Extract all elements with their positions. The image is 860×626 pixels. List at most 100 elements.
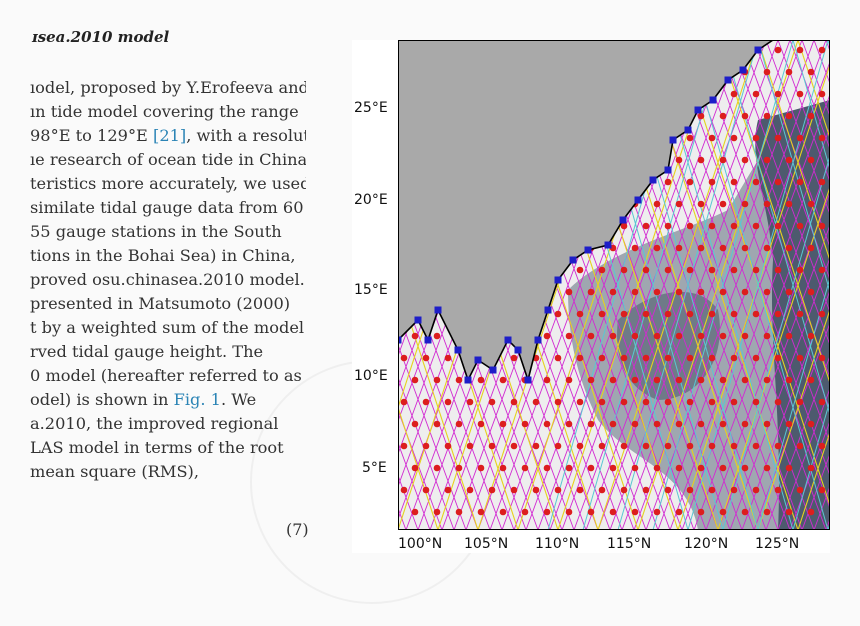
grid-point-marker <box>576 310 584 318</box>
grid-point-marker <box>719 420 727 428</box>
grid-point-marker <box>697 156 705 164</box>
grid-point-marker <box>752 442 760 450</box>
tide-gauge-marker <box>649 176 657 184</box>
figure-1: 25°E 20°E 15°E 10°E 5°E 100°N 105°N 110°… <box>352 40 830 553</box>
grid-point-marker <box>796 354 804 362</box>
grid-point-marker <box>708 134 716 142</box>
grid-point-marker <box>807 376 815 384</box>
grid-point-marker <box>686 398 694 406</box>
grid-point-marker <box>708 398 716 406</box>
grid-point-marker <box>444 486 452 494</box>
grid-point-marker <box>609 288 617 296</box>
tide-gauge-marker <box>544 306 552 314</box>
grid-point-marker <box>796 266 804 274</box>
tide-gauge-marker <box>569 256 577 264</box>
grid-point-marker <box>719 464 727 472</box>
grid-point-marker <box>653 288 661 296</box>
grid-point-marker <box>642 442 650 450</box>
paragraph-line: proved osu.chinasea.2010 model. <box>30 270 305 289</box>
grid-point-marker <box>719 112 727 120</box>
grid-point-marker <box>741 420 749 428</box>
grid-point-marker <box>631 288 639 296</box>
grid-point-marker <box>774 442 782 450</box>
grid-point-marker <box>730 354 738 362</box>
grid-point-marker <box>620 266 628 274</box>
grid-point-marker <box>785 200 793 208</box>
grid-point-marker <box>587 376 595 384</box>
grid-point-marker <box>400 486 408 494</box>
grid-point-marker <box>796 442 804 450</box>
grid-point-marker <box>741 200 749 208</box>
grid-point-marker <box>774 222 782 230</box>
grid-point-marker <box>642 354 650 362</box>
reference-link[interactable]: Fig. 1 <box>174 390 221 409</box>
grid-point-marker <box>708 354 716 362</box>
tide-gauge-marker <box>619 216 627 224</box>
grid-point-marker <box>774 486 782 494</box>
grid-point-marker <box>576 486 584 494</box>
grid-point-marker <box>631 376 639 384</box>
grid-point-marker <box>675 200 683 208</box>
grid-point-marker <box>697 508 705 516</box>
grid-point-marker <box>664 442 672 450</box>
grid-point-marker <box>565 420 573 428</box>
grid-point-marker <box>785 156 793 164</box>
tide-gauge-marker <box>464 376 472 384</box>
grid-point-marker <box>631 420 639 428</box>
grid-point-marker <box>532 486 540 494</box>
grid-point-marker <box>576 266 584 274</box>
grid-point-marker <box>587 332 595 340</box>
grid-point-marker <box>642 486 650 494</box>
grid-point-marker <box>807 420 815 428</box>
tide-gauge-marker <box>709 96 717 104</box>
grid-point-marker <box>807 156 815 164</box>
x-tick-label: 120°N <box>684 536 729 552</box>
grid-point-marker <box>587 508 595 516</box>
grid-point-marker <box>807 508 815 516</box>
grid-point-marker <box>554 398 562 406</box>
grid-point-marker <box>785 420 793 428</box>
grid-point-marker <box>521 508 529 516</box>
grid-point-marker <box>686 266 694 274</box>
grid-point-marker <box>752 486 760 494</box>
tide-gauge-marker <box>754 46 762 54</box>
paragraph-line: 55 gauge stations in the South <box>30 222 282 241</box>
grid-point-marker <box>741 376 749 384</box>
grid-point-marker <box>741 244 749 252</box>
reference-link[interactable]: [21] <box>153 126 186 145</box>
grid-point-marker <box>807 288 815 296</box>
grid-point-marker <box>752 310 760 318</box>
grid-point-marker <box>433 464 441 472</box>
grid-point-marker <box>763 420 771 428</box>
paragraph-line: ıodel, proposed by Y.Erofeeva and <box>30 78 306 97</box>
grid-point-marker <box>818 178 826 186</box>
x-tick-label: 110°N <box>535 536 580 552</box>
paragraph-line: similate tidal gauge data from 60 <box>30 198 304 217</box>
y-tick-label: 20°E <box>354 192 388 208</box>
grid-point-marker <box>752 354 760 362</box>
grid-point-marker <box>422 398 430 406</box>
tide-gauge-marker <box>604 241 612 249</box>
grid-point-marker <box>818 398 826 406</box>
grid-point-marker <box>785 464 793 472</box>
section-heading: ɪsea.2010 model <box>32 28 170 46</box>
grid-point-marker <box>565 288 573 296</box>
grid-point-marker <box>631 332 639 340</box>
grid-point-marker <box>741 112 749 120</box>
paragraph-line: rved tidal gauge height. The <box>30 342 264 361</box>
tide-gauge-marker <box>454 346 462 354</box>
grid-point-marker <box>818 442 826 450</box>
grid-point-marker <box>576 442 584 450</box>
grid-point-marker <box>697 288 705 296</box>
grid-point-marker <box>554 486 562 494</box>
grid-point-marker <box>565 464 573 472</box>
grid-point-marker <box>565 376 573 384</box>
grid-point-marker <box>774 266 782 274</box>
grid-point-marker <box>642 398 650 406</box>
tide-gauge-marker <box>669 136 677 144</box>
grid-point-marker <box>807 200 815 208</box>
grid-point-marker <box>675 464 683 472</box>
grid-point-marker <box>730 310 738 318</box>
grid-point-marker <box>763 112 771 120</box>
grid-point-marker <box>741 288 749 296</box>
